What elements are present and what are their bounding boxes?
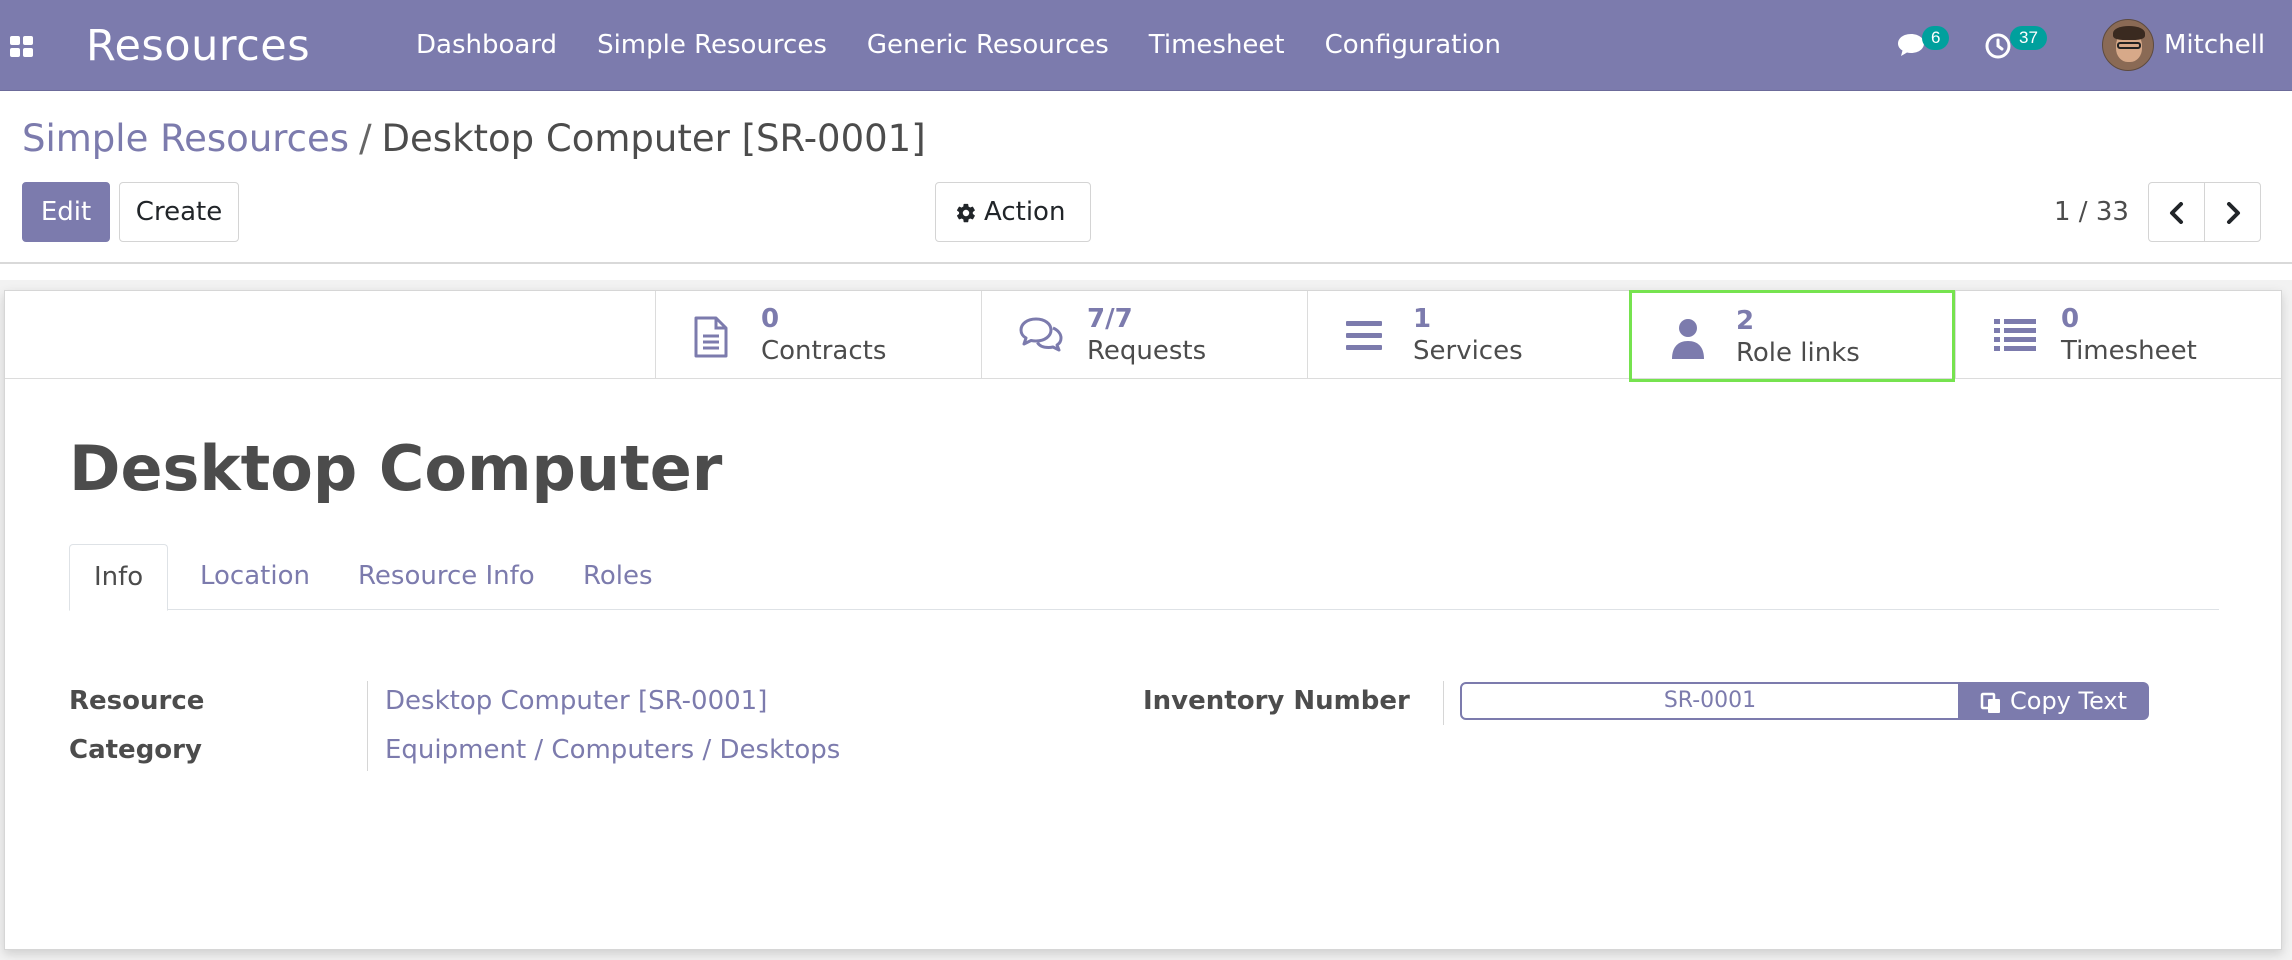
app-title[interactable]: Resources (86, 20, 310, 72)
requests-label: Requests (1087, 336, 1207, 366)
action-label: Action (984, 197, 1066, 227)
activities-systray[interactable]: 37 (1984, 26, 2054, 62)
user-name: Mitchell (2164, 30, 2266, 60)
services-count: 1 (1413, 304, 1432, 334)
tab-info[interactable]: Info (69, 544, 169, 611)
services-label: Services (1413, 336, 1523, 366)
menu-item-simple-resources[interactable]: Simple Resources (597, 28, 827, 62)
inventory-number-label: Inventory Number (1143, 686, 1410, 716)
chevron-right-icon (2227, 202, 2240, 224)
role-links-label: Role links (1736, 338, 1860, 368)
tab-resource-info[interactable]: Resource Info (358, 544, 535, 610)
notebook-tabs: Info Location Resource Info Roles (69, 544, 2219, 611)
comments-icon (1019, 317, 1063, 352)
user-menu[interactable]: Mitchell (2102, 18, 2265, 72)
activities-count-badge: 37 (2010, 26, 2047, 50)
chevron-left-icon (2170, 202, 2183, 224)
breadcrumb-separator: / (359, 117, 372, 160)
top-navbar: Resources Dashboard Simple Resources Gen… (0, 0, 2292, 91)
clock-icon (1985, 33, 2011, 59)
main-menu: Dashboard Simple Resources Generic Resou… (416, 28, 1541, 62)
resource-label: Resource (69, 686, 205, 716)
form-sheet: 0 Contracts 7/7 Requests 1 Services 2 Ro… (4, 290, 2282, 950)
create-button[interactable]: Create (119, 182, 239, 242)
role-links-smart-button[interactable]: 2 Role links (1629, 290, 1955, 382)
requests-count: 7/7 (1087, 304, 1133, 334)
tab-location[interactable]: Location (200, 544, 310, 610)
contracts-count: 0 (761, 304, 780, 334)
field-divider (1443, 681, 1444, 725)
file-icon (694, 316, 728, 358)
services-smart-button[interactable]: 1 Services (1307, 291, 1633, 379)
copy-icon (1980, 692, 2000, 713)
menu-item-dashboard[interactable]: Dashboard (416, 28, 557, 62)
category-label: Category (69, 735, 202, 765)
inventory-number-field[interactable]: SR-0001 (1460, 682, 1960, 720)
menu-item-timesheet[interactable]: Timesheet (1149, 28, 1285, 62)
resource-link[interactable]: Desktop Computer [SR-0001] (385, 684, 767, 718)
pager-next-button[interactable] (2204, 182, 2261, 242)
copy-text-button[interactable]: Copy Text (1958, 682, 2149, 720)
action-dropdown-button[interactable]: Action (935, 182, 1091, 242)
copy-text-label: Copy Text (2010, 687, 2128, 715)
messages-count-badge: 6 (1922, 26, 1950, 50)
contracts-smart-button[interactable]: 0 Contracts (655, 291, 981, 379)
bars-icon (1346, 321, 1382, 350)
pager-previous-button[interactable] (2148, 182, 2205, 242)
menu-item-generic-resources[interactable]: Generic Resources (867, 28, 1109, 62)
timesheet-label: Timesheet (2061, 336, 2197, 366)
field-divider (367, 681, 368, 771)
pager-value[interactable]: 1 / 33 (2054, 195, 2129, 229)
timesheet-smart-button[interactable]: 0 Timesheet (1955, 291, 2281, 379)
messages-systray[interactable]: 6 (1896, 26, 1956, 62)
control-panel-divider (0, 262, 2292, 264)
user-icon (1672, 319, 1704, 359)
list-icon (1994, 319, 2036, 351)
role-links-count: 2 (1736, 306, 1755, 336)
breadcrumb-current: Desktop Computer [SR-0001] (381, 117, 926, 160)
breadcrumb-parent-link[interactable]: Simple Resources (22, 117, 349, 160)
tab-roles[interactable]: Roles (583, 544, 653, 610)
menu-item-configuration[interactable]: Configuration (1325, 28, 1501, 62)
smart-button-box: 0 Contracts 7/7 Requests 1 Services 2 Ro… (5, 290, 2281, 382)
breadcrumb: Simple Resources / Desktop Computer [SR-00… (22, 115, 926, 163)
category-link[interactable]: Equipment / Computers / Desktops (385, 733, 840, 767)
avatar (2102, 19, 2154, 71)
edit-button[interactable]: Edit (22, 182, 110, 242)
contracts-label: Contracts (761, 336, 887, 366)
gear-icon (956, 203, 975, 223)
record-title: Desktop Computer (69, 432, 723, 505)
timesheet-count: 0 (2061, 304, 2080, 334)
requests-smart-button[interactable]: 7/7 Requests (981, 291, 1307, 379)
apps-menu-icon[interactable] (10, 36, 34, 58)
